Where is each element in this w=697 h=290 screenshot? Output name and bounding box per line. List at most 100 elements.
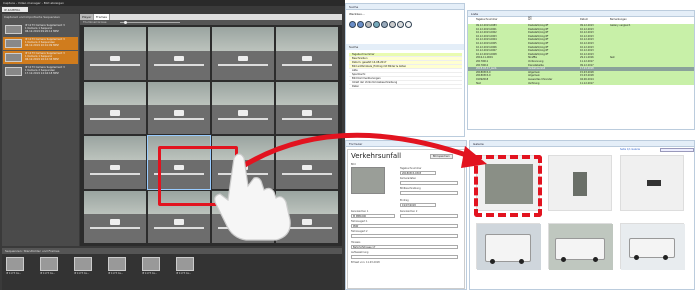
back-icon[interactable] xyxy=(349,20,356,28)
frame-car xyxy=(302,110,312,116)
hint-field[interactable]: Bahnhofstrasse 17 xyxy=(351,245,458,249)
van-shape xyxy=(485,234,531,262)
table-cell: Diebstahl/Angriff xyxy=(528,31,549,35)
ip-camera-button[interactable]: IP-KAMERA xyxy=(2,7,28,12)
settings-icon[interactable] xyxy=(397,20,404,28)
entry-label: Eintrag xyxy=(400,199,409,202)
vehicle1-field[interactable]: PKW xyxy=(351,224,458,228)
window-title: Capture - Video manager - Bild abzeigen xyxy=(0,0,345,6)
slider-knob[interactable] xyxy=(124,21,127,24)
frame-thumbnail-cell[interactable] xyxy=(84,136,146,189)
frame-car xyxy=(174,110,184,116)
frame-thumbnail-cell[interactable] xyxy=(148,81,210,134)
gallery-item[interactable] xyxy=(476,223,541,270)
film-frame[interactable]: IP 1173 Ca... xyxy=(40,257,58,279)
galerie-pager[interactable]: Seite 1/1 Galerie xyxy=(620,148,640,151)
folder-icon[interactable] xyxy=(373,20,380,28)
gallery-item[interactable] xyxy=(620,155,684,211)
list-item[interactable]: IP 1173 Camera Supplement 31 Kamera 1 Se… xyxy=(3,23,78,36)
list-panel-header: Liste xyxy=(468,11,694,17)
table-cell: Diebstahl/Angriff xyxy=(528,45,549,49)
list-item[interactable]: IP 1173 Camera Supplement 31 Kamera 2 Se… xyxy=(3,65,78,78)
image-desc-field[interactable] xyxy=(400,191,458,195)
frame-car xyxy=(110,219,120,225)
list-item[interactable]: IP 1173 Camera Supplement 31 Kamera 2 Se… xyxy=(3,37,78,50)
frame-lane xyxy=(90,118,140,121)
search-criterion[interactable]: Datei xyxy=(349,85,462,89)
print-icon[interactable] xyxy=(389,20,396,28)
table-cell: 10.12.2013-0008 xyxy=(476,52,497,56)
frame-label: IP 1173 Ca... xyxy=(142,272,158,275)
frame-buildings xyxy=(84,27,146,51)
table-cell: Straffte xyxy=(528,56,537,60)
gallery-image xyxy=(647,180,661,186)
col-tbn[interactable]: Tagebuchnummer xyxy=(476,18,498,21)
table-cell: Gallery vergleich xyxy=(610,24,631,27)
table-cell: Vorbrennung xyxy=(528,59,544,63)
frame-car xyxy=(174,219,184,225)
list-item[interactable]: IP 1173 Camera Supplement 31 Kamera 1 Se… xyxy=(3,51,78,64)
frame-buildings xyxy=(148,27,210,51)
frame-thumbnail-cell[interactable] xyxy=(84,27,146,80)
table-cell: 04.06.2014 xyxy=(580,77,594,81)
list-columns: Tagebuchnummer Art Art Datum Bemerkungen xyxy=(468,16,694,23)
forward-icon[interactable] xyxy=(357,20,364,28)
gallery-item[interactable] xyxy=(620,223,685,270)
table-cell: 09.12.2013 xyxy=(580,24,594,27)
table-cell: 10.12.2013-0005 xyxy=(476,41,497,45)
frame-thumbnail xyxy=(6,257,24,271)
table-cell: Diebstahl/Angriff xyxy=(528,38,549,42)
col-bemerkungen[interactable]: Bemerkungen xyxy=(610,18,627,21)
help-icon[interactable] xyxy=(405,20,412,28)
storage-field[interactable] xyxy=(351,255,458,259)
kz1-label: Kennzeichen 1 xyxy=(351,210,369,213)
frame-thumbnail-cell[interactable] xyxy=(84,190,146,243)
gallery-item[interactable] xyxy=(548,223,613,270)
list-panel: Liste Tagebuchnummer Art Art Datum Bemer… xyxy=(467,10,695,130)
table-cell: 10.12.2013 xyxy=(580,45,594,49)
frame-thumbnail xyxy=(142,257,160,271)
frame-thumbnail-cell[interactable] xyxy=(84,81,146,134)
table-cell: 20180315-0 xyxy=(476,70,491,74)
galerie-zoom[interactable] xyxy=(660,148,694,152)
table-cell: 10.12.2013 xyxy=(580,52,594,56)
table-cell: Diebstahl/Angriff xyxy=(528,24,549,27)
gallery-item[interactable] xyxy=(548,155,612,211)
frame-thumbnail-cell[interactable] xyxy=(276,27,338,80)
table-cell: Diebstahl/Angriff xyxy=(528,27,549,31)
storage-label: Aufbewahrung xyxy=(351,251,369,254)
search-icon[interactable] xyxy=(381,20,388,28)
stop-icon[interactable] xyxy=(365,20,372,28)
table-cell: 11.12.2017 xyxy=(580,81,594,85)
table-cell: 2018-03-17_kerb xyxy=(476,67,497,71)
table-cell: Diebstahl/Angriff xyxy=(528,41,549,45)
col-art[interactable]: Art xyxy=(528,18,532,21)
film-frame[interactable]: IP 1173 Ca... xyxy=(176,257,194,279)
frame-thumbnail-cell[interactable] xyxy=(212,27,274,80)
kz2-field[interactable] xyxy=(400,214,458,218)
vehicle2-field[interactable] xyxy=(351,234,458,238)
frame-buildings xyxy=(84,136,146,160)
film-frame[interactable]: IP 1173 Ca... xyxy=(108,257,126,279)
frame-buildings xyxy=(276,81,338,106)
col-datum[interactable]: Datum xyxy=(580,18,588,21)
wheel xyxy=(593,257,598,262)
table-cell: Verfolung xyxy=(528,81,540,85)
frame-buildings xyxy=(212,81,274,106)
kz1-field[interactable]: M MM1000 xyxy=(351,214,395,218)
table-cell: 10.12.2013 xyxy=(580,31,594,35)
film-frame[interactable]: IP 1173 Ca... xyxy=(6,257,24,279)
frame-thumbnail-cell[interactable] xyxy=(148,27,210,80)
frame-lane xyxy=(154,63,204,66)
table-cell: Diebstahl/Angriff xyxy=(528,52,549,56)
search-panel: Suche Werkzeu... Suche Tagebuchnummer Bes… xyxy=(345,3,465,137)
film-frame[interactable]: IP 1173 Ca... xyxy=(74,257,92,279)
entry-field[interactable]: 19/07/2018 xyxy=(400,203,436,207)
table-row[interactable]: Test Verfolung 11.12.2017 xyxy=(468,81,694,86)
table-cell: test xyxy=(610,56,615,60)
image-desc-label: Bildbeschreibung xyxy=(400,187,421,190)
wheel xyxy=(561,257,566,262)
camera-data-field[interactable] xyxy=(400,181,458,185)
film-frame[interactable]: IP 1173 Ca... xyxy=(142,257,160,279)
thumbnail-size-slider[interactable] xyxy=(120,21,180,24)
